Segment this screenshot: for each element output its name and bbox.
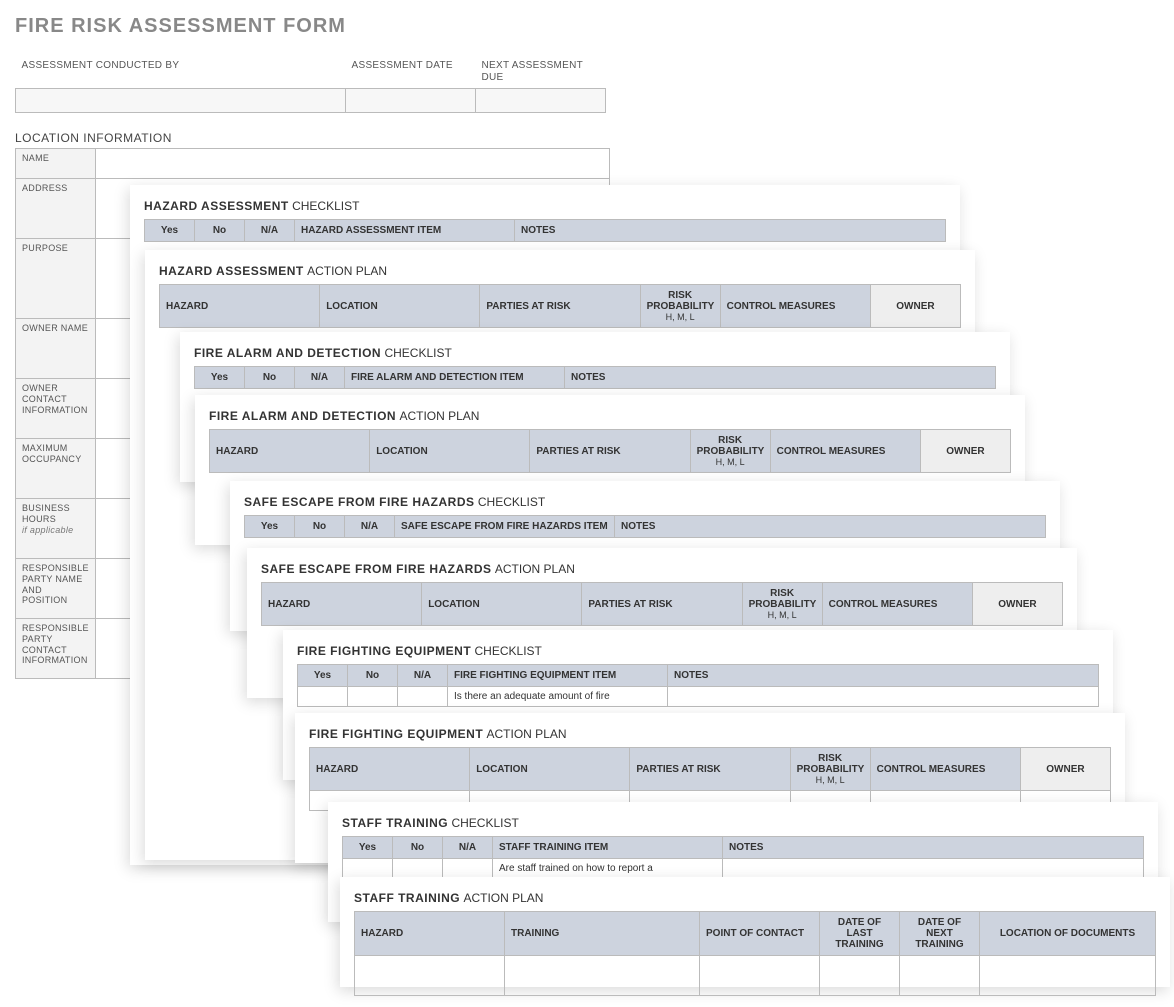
assessment-date-input[interactable] [346,89,476,113]
hazard-action-title: HAZARD ASSESSMENT ACTION PLAN [159,264,961,278]
loc-owner-contact-label: OWNER CONTACT INFORMATION [16,379,96,439]
conducted-by-label: ASSESSMENT CONDUCTED BY [16,56,346,89]
staff-action-title: STAFF TRAINING ACTION PLAN [354,891,1156,905]
loc-name-input[interactable] [96,149,610,179]
loc-owner-name-label: OWNER NAME [16,319,96,379]
hazard-checklist-table: Yes No N/A HAZARD ASSESSMENT ITEM NOTES [144,219,946,242]
staff-checklist-title: STAFF TRAINING CHECKLIST [342,816,1144,830]
alarm-checklist-table: Yes No N/A FIRE ALARM AND DETECTION ITEM… [194,366,996,389]
equip-action-title: FIRE FIGHTING EQUIPMENT ACTION PLAN [309,727,1111,741]
assessment-date-label: ASSESSMENT DATE [346,56,476,89]
next-due-input[interactable] [476,89,606,113]
table-row: Are staff trained on how to report a [343,859,1144,879]
hazard-action-table: HAZARD LOCATION PARTIES AT RISK RISK PRO… [159,284,961,328]
table-row [355,956,1156,996]
escape-action-table: HAZARD LOCATION PARTIES AT RISK RISK PRO… [261,582,1063,626]
loc-purpose-label: PURPOSE [16,239,96,319]
staff-action-panel: STAFF TRAINING ACTION PLAN HAZARD TRAINI… [340,877,1170,987]
equip-checklist-table: Yes No N/A FIRE FIGHTING EQUIPMENT ITEM … [297,664,1099,707]
hazard-checklist-title: HAZARD ASSESSMENT CHECKLIST [144,199,946,213]
location-heading: LOCATION INFORMATION [15,131,1174,145]
conducted-by-input[interactable] [16,89,346,113]
equip-item-text: Is there an adequate amount of fire [448,687,668,707]
loc-resp-name-label: RESPONSIBLE PARTY NAME AND POSITION [16,559,96,619]
page-title: FIRE RISK ASSESSMENT FORM [15,15,1174,38]
loc-max-occ-label: MAXIMUM OCCUPANCY [16,439,96,499]
loc-address-label: ADDRESS [16,179,96,239]
escape-checklist-table: Yes No N/A SAFE ESCAPE FROM FIRE HAZARDS… [244,515,1046,538]
escape-checklist-title: SAFE ESCAPE FROM FIRE HAZARDS CHECKLIST [244,495,1046,509]
staff-action-table: HAZARD TRAINING POINT OF CONTACT DATE OF… [354,911,1156,996]
next-due-label: NEXT ASSESSMENT DUE [476,56,606,89]
loc-name-label: NAME [16,149,96,179]
assessment-meta-table: ASSESSMENT CONDUCTED BY ASSESSMENT DATE … [15,56,606,113]
table-row: Is there an adequate amount of fire [298,687,1099,707]
equip-checklist-title: FIRE FIGHTING EQUIPMENT CHECKLIST [297,644,1099,658]
escape-action-title: SAFE ESCAPE FROM FIRE HAZARDS ACTION PLA… [261,562,1063,576]
loc-hours-label: BUSINESS HOURSif applicable [16,499,96,559]
loc-resp-contact-label: RESPONSIBLE PARTY CONTACT INFORMATION [16,619,96,679]
staff-item-text: Are staff trained on how to report a [493,859,723,879]
staff-checklist-table: Yes No N/A STAFF TRAINING ITEM NOTES Are… [342,836,1144,879]
alarm-action-title: FIRE ALARM AND DETECTION ACTION PLAN [209,409,1011,423]
alarm-checklist-title: FIRE ALARM AND DETECTION CHECKLIST [194,346,996,360]
alarm-action-table: HAZARD LOCATION PARTIES AT RISK RISK PRO… [209,429,1011,473]
